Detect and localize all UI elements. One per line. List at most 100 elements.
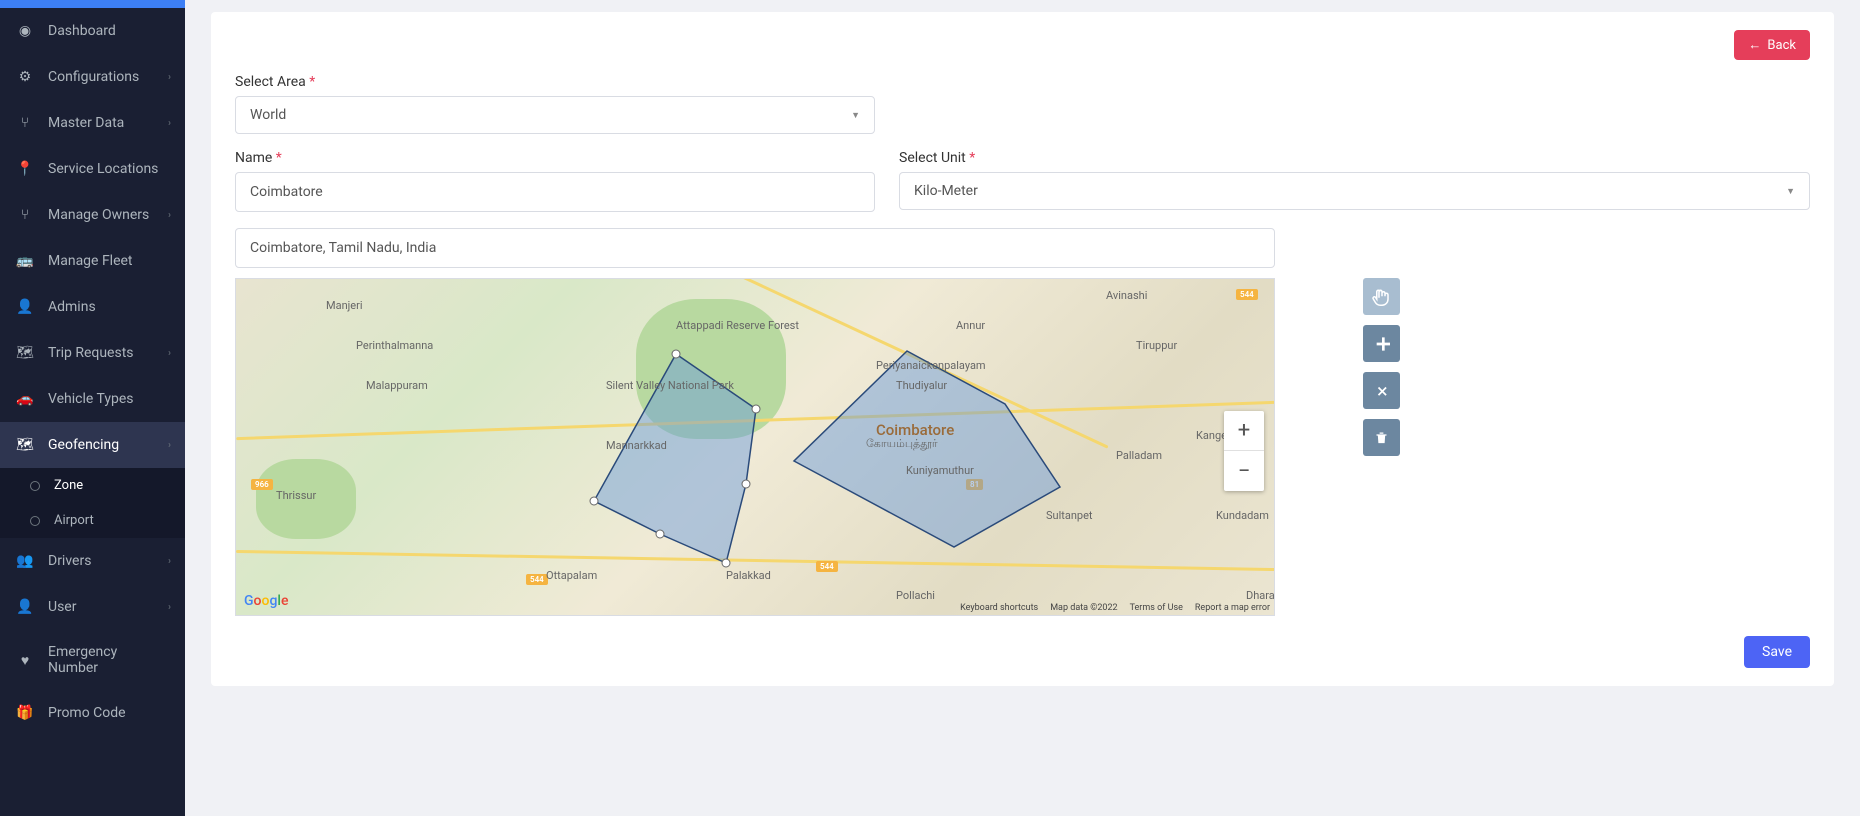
google-logo: Google <box>244 593 288 609</box>
unit-value: Kilo-Meter <box>914 183 978 199</box>
sidebar-item-label: Master Data <box>48 115 124 131</box>
sidebar-subitem-label: Zone <box>54 478 83 493</box>
sidebar-item-manage-fleet[interactable]: 🚌 Manage Fleet <box>0 238 185 284</box>
sidebar-item-master-data[interactable]: ⑂ Master Data › <box>0 100 185 146</box>
area-select[interactable]: World ▼ <box>235 96 875 134</box>
sidebar-item-label: Configurations <box>48 69 139 85</box>
delete-tool-button[interactable] <box>1363 419 1400 456</box>
sidebar-item-label: Admins <box>48 299 96 315</box>
map-icon: 🗺 <box>16 344 34 362</box>
map-place-label: Perinthalmanna <box>356 339 433 352</box>
dashboard-icon: ◉ <box>16 22 34 40</box>
map-place-label: Malappuram <box>366 379 428 392</box>
sidebar-item-label: Geofencing <box>48 437 119 453</box>
sidebar-item-service-locations[interactable]: 📍 Service Locations <box>0 146 185 192</box>
chevron-down-icon: ▼ <box>851 110 860 121</box>
sidebar-item-admins[interactable]: 👤Admins <box>0 284 185 330</box>
main-content: ← Back Select Area * World ▼ Name * Sele… <box>185 0 1860 816</box>
map-place-label: Pollachi <box>896 589 935 602</box>
sidebar-item-configurations[interactable]: ⚙ Configurations › <box>0 54 185 100</box>
map-place-label: Periyanaickenpalayam <box>876 359 986 372</box>
chevron-right-icon: › <box>168 210 171 221</box>
branch-icon: ⑂ <box>16 114 34 132</box>
area-value: World <box>250 107 286 123</box>
sidebar-item-label: Emergency Number <box>48 644 169 676</box>
chevron-right-icon: › <box>168 72 171 83</box>
map-place-label: Palladam <box>1116 449 1162 462</box>
map-place-label: Mannarkkad <box>606 439 667 452</box>
user-icon: 👤 <box>16 598 34 616</box>
map-place-label: Ottapalam <box>546 569 597 582</box>
chevron-right-icon: › <box>168 602 171 613</box>
unit-select[interactable]: Kilo-Meter ▼ <box>899 172 1810 210</box>
map-search-input[interactable]: Coimbatore, Tamil Nadu, India <box>235 228 1275 268</box>
sidebar-item-label: Manage Fleet <box>48 253 133 269</box>
bus-icon: 🚌 <box>16 252 34 270</box>
map-canvas[interactable]: 544 544 544 81 966 MannarkkadMalap <box>235 278 1275 616</box>
sidebar-item-promo-code[interactable]: 🎁 Promo Code <box>0 690 185 736</box>
map-place-label: Kundadam <box>1216 509 1269 522</box>
unit-label: Select Unit * <box>899 150 1810 166</box>
map-place-label: Manjeri <box>326 299 363 312</box>
sidebar-item-user[interactable]: 👤 User › <box>0 584 185 630</box>
cog-icon: ⚙ <box>16 68 34 86</box>
sidebar-item-label: User <box>48 599 76 615</box>
map-place-label: Attappadi Reserve Forest <box>676 319 799 332</box>
map-icon: 🗺 <box>16 436 34 454</box>
sidebar-item-vehicle-types[interactable]: 🚗 Vehicle Types <box>0 376 185 422</box>
zoom-control: + − <box>1224 411 1264 491</box>
branch-icon: ⑂ <box>16 206 34 224</box>
chevron-right-icon: › <box>168 348 171 359</box>
chevron-down-icon: ▼ <box>1786 186 1795 197</box>
zoom-in-button[interactable]: + <box>1224 411 1264 451</box>
form-card: ← Back Select Area * World ▼ Name * Sele… <box>211 12 1834 686</box>
sidebar-subitem-airport[interactable]: Airport <box>0 503 185 538</box>
arrow-left-icon: ← <box>1748 37 1761 53</box>
sidebar-item-label: Manage Owners <box>48 207 149 223</box>
users-icon: 👥 <box>16 552 34 570</box>
map-place-label: Avinashi <box>1106 289 1147 302</box>
sidebar: ◉ Dashboard ⚙ Configurations › ⑂ Master Data › 📍… <box>0 0 185 816</box>
map-place-label: கோயம்புத்தூர் <box>866 437 938 452</box>
map-place-label: Silent Valley National Park <box>606 379 734 392</box>
name-label: Name * <box>235 150 875 166</box>
chevron-right-icon: › <box>168 556 171 567</box>
sidebar-item-label: Service Locations <box>48 161 158 177</box>
sidebar-item-manage-owners[interactable]: ⑂ Manage Owners › <box>0 192 185 238</box>
map-labels: Mannarkkad Malappuram Attappadi Reserve Fo… <box>236 279 1274 615</box>
sidebar-item-emergency-number[interactable]: ♥ Emergency Number <box>0 630 185 690</box>
cancel-tool-button[interactable] <box>1363 372 1400 409</box>
sidebar-item-label: Dashboard <box>48 23 116 39</box>
save-button[interactable]: Save <box>1744 636 1810 668</box>
sidebar-item-label: Vehicle Types <box>48 391 134 407</box>
area-label: Select Area * <box>235 74 875 90</box>
sidebar-accent <box>0 0 185 8</box>
chevron-right-icon: › <box>168 118 171 129</box>
pin-icon: 📍 <box>16 160 34 178</box>
chevron-right-icon: › <box>168 440 171 451</box>
sidebar-item-dashboard[interactable]: ◉ Dashboard <box>0 8 185 54</box>
sidebar-item-drivers[interactable]: 👥 Drivers › <box>0 538 185 584</box>
map-place-label: Thrissur <box>276 489 316 502</box>
back-label: Back <box>1767 38 1796 53</box>
car-icon: 🚗 <box>16 390 34 408</box>
hand-tool-button[interactable] <box>1363 278 1400 315</box>
sidebar-item-label: Drivers <box>48 553 91 569</box>
zoom-out-button[interactable]: − <box>1224 451 1264 491</box>
name-input[interactable] <box>235 172 875 212</box>
map-place-label: Kuniyamuthur <box>906 464 974 477</box>
circle-icon <box>30 481 40 491</box>
sidebar-item-label: Promo Code <box>48 705 126 721</box>
map-place-label: Sultanpet <box>1046 509 1093 522</box>
map-place-label: Annur <box>956 319 985 332</box>
map-attribution: Keyboard shortcutsMap data ©2022Terms of… <box>960 603 1270 613</box>
back-button[interactable]: ← Back <box>1734 30 1810 60</box>
sidebar-subitem-zone[interactable]: Zone <box>0 468 185 503</box>
sidebar-item-geofencing[interactable]: 🗺 Geofencing › <box>0 422 185 468</box>
heart-icon: ♥ <box>16 651 34 669</box>
add-polygon-button[interactable] <box>1363 325 1400 362</box>
map-place-label: Tiruppur <box>1136 339 1177 352</box>
gift-icon: 🎁 <box>16 704 34 722</box>
sidebar-item-trip-requests[interactable]: 🗺Trip Requests› <box>0 330 185 376</box>
circle-icon <box>30 516 40 526</box>
